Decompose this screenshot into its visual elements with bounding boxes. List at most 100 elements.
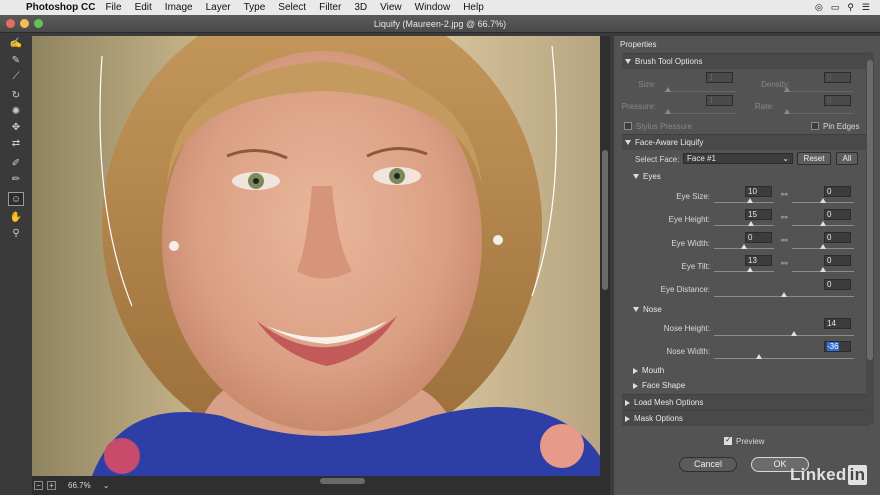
nose-width-input[interactable]: -36	[824, 341, 851, 352]
collapse-triangle-icon	[625, 399, 630, 406]
all-button[interactable]: All	[836, 152, 858, 165]
menu-help[interactable]: Help	[463, 2, 484, 13]
image-canvas[interactable]	[32, 36, 600, 476]
size-slider[interactable]	[664, 91, 736, 92]
eyes-header[interactable]: Eyes	[633, 172, 661, 181]
eye-height-left-input[interactable]: 15	[745, 209, 772, 220]
eye-width-right-input[interactable]: 0	[824, 232, 851, 243]
zoom-level[interactable]: 66.7%	[68, 481, 91, 490]
link-icon[interactable]: ⚯	[781, 190, 788, 200]
eye-width-right-knob[interactable]	[820, 244, 826, 249]
eye-size-right-knob[interactable]	[820, 198, 826, 203]
nose-width-knob[interactable]	[755, 354, 762, 359]
bloat-tool-icon[interactable]: ✥	[8, 121, 24, 135]
reconstruct-tool-icon[interactable]: ✎	[8, 54, 24, 68]
minimize-window-button[interactable]	[20, 19, 29, 28]
menu-image[interactable]: Image	[165, 2, 193, 13]
preview-checkbox[interactable]	[724, 435, 732, 445]
zoom-window-button[interactable]	[34, 19, 43, 28]
zoom-in-button[interactable]: +	[47, 481, 56, 490]
eye-height-left-knob[interactable]	[748, 221, 755, 226]
eye-size-left-slider[interactable]	[714, 202, 774, 203]
freeze-mask-tool-icon[interactable]: ✐	[8, 157, 24, 171]
zoom-tool-icon[interactable]: ⚲	[8, 227, 24, 241]
menu-view[interactable]: View	[380, 2, 402, 13]
smooth-tool-icon[interactable]: ⟋	[8, 70, 24, 84]
menu-window[interactable]: Window	[415, 2, 451, 13]
menu-type[interactable]: Type	[244, 2, 266, 13]
rate-input[interactable]: 0	[824, 95, 851, 106]
eye-height-right-input[interactable]: 0	[824, 209, 851, 220]
eye-size-left-knob[interactable]	[747, 198, 753, 203]
push-left-tool-icon[interactable]: ⇄	[8, 137, 24, 151]
nose-height-input[interactable]: 14	[824, 318, 851, 329]
eye-size-left-input[interactable]: 10	[745, 186, 772, 197]
eye-tilt-left-input[interactable]: 13	[745, 255, 772, 266]
pressure-slider-knob[interactable]	[665, 109, 671, 114]
load-mesh-options-header[interactable]: Load Mesh Options	[622, 394, 870, 410]
nose-height-knob[interactable]	[790, 331, 797, 336]
rate-slider-knob[interactable]	[784, 109, 790, 114]
select-face-dropdown[interactable]: Face #1 ⌄	[683, 153, 793, 164]
link-icon[interactable]: ⚯	[781, 259, 788, 269]
size-input[interactable]: 1	[706, 72, 733, 83]
twirl-clockwise-tool-icon[interactable]: ↻	[8, 89, 24, 103]
pressure-slider[interactable]	[664, 113, 736, 114]
link-icon[interactable]: ⚯	[781, 213, 788, 223]
density-slider[interactable]	[784, 91, 854, 92]
eye-height-left-slider[interactable]	[714, 225, 774, 226]
menu-3d[interactable]: 3D	[354, 2, 367, 13]
hand-tool-icon[interactable]: ✋	[8, 211, 24, 225]
size-slider-knob[interactable]	[665, 87, 671, 92]
close-window-button[interactable]	[6, 19, 15, 28]
stylus-pressure-checkbox[interactable]	[624, 122, 632, 130]
eye-distance-knob[interactable]	[781, 292, 787, 297]
pressure-input[interactable]: 1	[706, 95, 733, 106]
list-icon[interactable]: ☰	[862, 2, 870, 13]
face-shape-header[interactable]: Face Shape	[633, 381, 685, 390]
face-aware-liquify-header[interactable]: Face-Aware Liquify	[622, 134, 870, 150]
menu-select[interactable]: Select	[278, 2, 306, 13]
menu-file[interactable]: File	[105, 2, 121, 13]
monitor-icon[interactable]: ▭	[831, 2, 840, 13]
cancel-button[interactable]: Cancel	[679, 457, 737, 472]
eye-tilt-right-knob[interactable]	[820, 267, 826, 272]
expand-triangle-icon	[633, 174, 639, 180]
rate-slider[interactable]	[784, 113, 854, 114]
nose-width-slider[interactable]	[714, 358, 854, 359]
density-input[interactable]: 0	[824, 72, 851, 83]
pucker-tool-icon[interactable]: ✺	[8, 105, 24, 119]
mouth-header[interactable]: Mouth	[633, 366, 664, 375]
panel-scroll-thumb[interactable]	[867, 60, 873, 360]
face-tool-icon[interactable]: ☺	[8, 192, 24, 206]
nose-height-slider[interactable]	[714, 335, 854, 336]
eye-size-right-input[interactable]: 0	[824, 186, 851, 197]
eye-height-right-knob[interactable]	[820, 221, 826, 226]
app-menu[interactable]: Photoshop CC	[26, 2, 95, 13]
zoom-out-button[interactable]: −	[34, 481, 43, 490]
pin-edges-checkbox[interactable]	[811, 122, 819, 130]
nose-header[interactable]: Nose	[633, 305, 662, 314]
mask-options-header[interactable]: Mask Options	[622, 410, 870, 426]
link-icon[interactable]: ⚯	[781, 236, 788, 246]
eye-width-left-knob[interactable]	[741, 244, 747, 249]
brush-tool-options-header[interactable]: Brush Tool Options	[622, 53, 870, 69]
creative-cloud-icon[interactable]: ◎	[815, 2, 823, 13]
reset-button[interactable]: Reset	[797, 152, 831, 165]
forward-warp-tool-icon[interactable]: ✍	[8, 37, 24, 51]
eye-distance-input[interactable]: 0	[824, 279, 851, 290]
menu-layer[interactable]: Layer	[206, 2, 231, 13]
canvas-horizontal-scroll-thumb[interactable]	[320, 478, 365, 484]
eye-tilt-left-knob[interactable]	[747, 267, 753, 272]
eye-tilt-right-input[interactable]: 0	[824, 255, 851, 266]
zoom-dropdown-chevron-icon[interactable]: ⌄	[103, 481, 110, 490]
eye-width-left-input[interactable]: 0	[745, 232, 772, 243]
menu-filter[interactable]: Filter	[319, 2, 341, 13]
eye-width-label: Eye Width:	[671, 239, 710, 248]
eye-tilt-left-slider[interactable]	[714, 271, 774, 272]
search-icon[interactable]: ⚲	[847, 2, 854, 13]
menu-edit[interactable]: Edit	[135, 2, 152, 13]
canvas-vertical-scroll-thumb[interactable]	[602, 150, 608, 290]
thaw-mask-tool-icon[interactable]: ✏	[8, 173, 24, 187]
density-slider-knob[interactable]	[784, 87, 790, 92]
